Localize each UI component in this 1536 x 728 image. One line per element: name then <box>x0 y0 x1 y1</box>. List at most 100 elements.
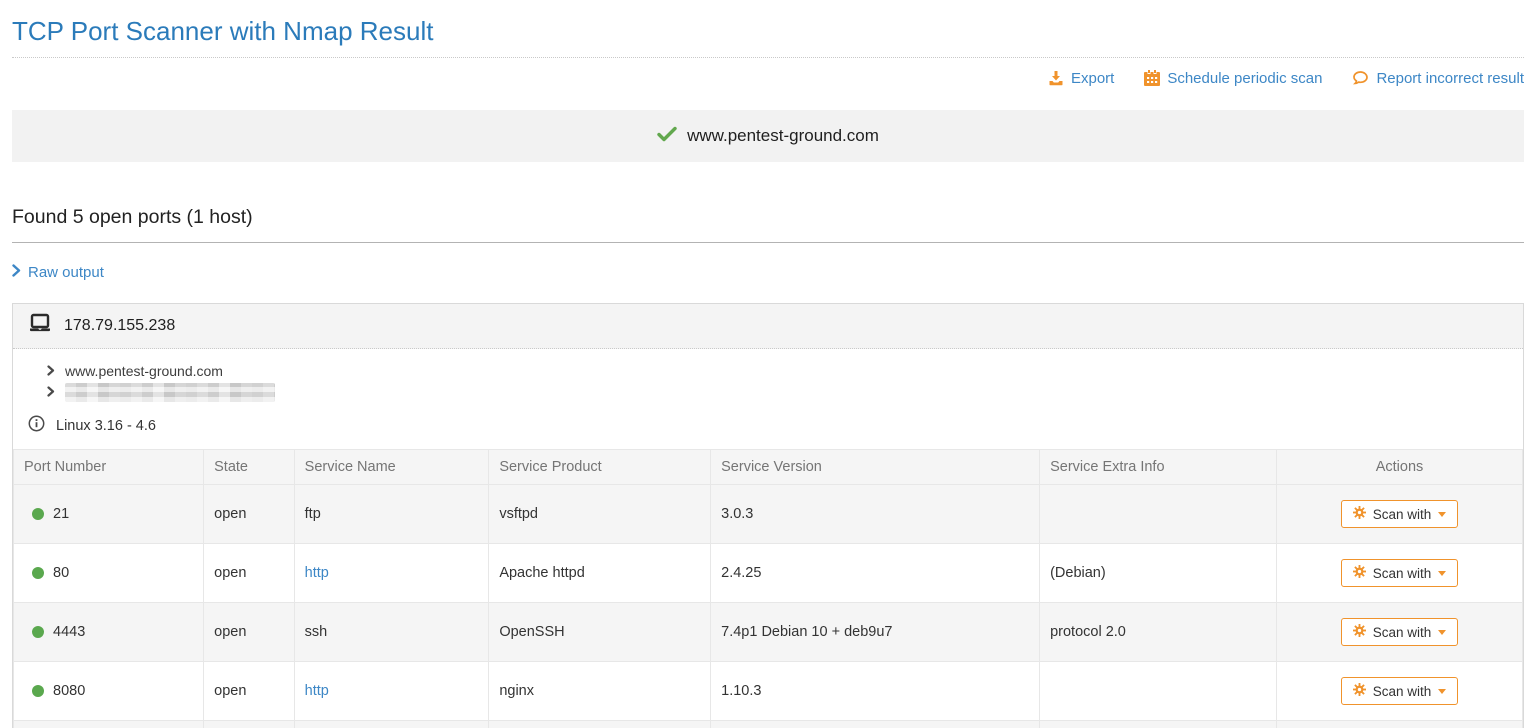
scan-with-button[interactable]: Scan with <box>1341 559 1459 587</box>
service-extra-info-cell: (Debian) <box>1040 544 1277 603</box>
service-product-cell: OpenSSH <box>489 603 711 662</box>
open-port-status-dot <box>32 508 44 520</box>
schedule-periodic-scan-link[interactable]: Schedule periodic scan <box>1144 70 1322 87</box>
service-extra-info-cell <box>1040 721 1277 728</box>
port-row-80: 80 open http Apache httpd2.4.25(Debian) Scan… <box>14 544 1523 603</box>
calendar-icon <box>1144 70 1160 86</box>
port-scanner-page: TCP Port Scanner with Nmap Result Export… <box>0 15 1536 728</box>
port-number-cell: 80 <box>14 544 204 603</box>
actions-cell: Scan with <box>1276 603 1522 662</box>
caret-down-icon <box>1438 571 1446 576</box>
state-cell: open <box>204 662 295 721</box>
service-extra-info-cell <box>1040 485 1277 544</box>
open-port-status-dot <box>32 626 44 638</box>
scan-summary: Found 5 open ports (1 host) <box>12 206 1524 243</box>
service-name-cell: http <box>294 721 489 728</box>
hostname-line: www.pentest-ground.com <box>47 361 1508 382</box>
actions-cell: Scan with <box>1276 721 1522 728</box>
service-product-cell: vsftpd <box>489 485 711 544</box>
service-name-cell: ftp <box>294 485 489 544</box>
service-product-cell: Apache httpd <box>489 544 711 603</box>
schedule-label: Schedule periodic scan <box>1167 70 1322 87</box>
port-number: 8080 <box>53 683 85 699</box>
port-number: 80 <box>53 565 69 581</box>
actions-cell: Scan with <box>1276 544 1522 603</box>
report-incorrect-result-link[interactable]: Report incorrect result <box>1352 70 1524 87</box>
port-row-8080: 8080 open http nginx1.10.3 Scan with <box>14 662 1523 721</box>
check-icon <box>657 126 677 147</box>
port-row-4443: 4443 opensshOpenSSH7.4p1 Debian 10 + deb9… <box>14 603 1523 662</box>
service-product-cell: lighttpd <box>489 721 711 728</box>
column-header-version: Service Version <box>711 450 1040 485</box>
port-row-8082: 8082openhttplighttpd1.4.45 Scan with <box>14 721 1523 728</box>
gear-icon <box>1353 506 1366 522</box>
raw-output-toggle[interactable]: Raw output <box>12 264 104 281</box>
port-number-cell: 4443 <box>14 603 204 662</box>
state-cell: open <box>204 603 295 662</box>
column-header-extra: Service Extra Info <box>1040 450 1277 485</box>
column-header-product: Service Product <box>489 450 711 485</box>
open-port-status-dot <box>32 685 44 697</box>
target-hostname: www.pentest-ground.com <box>687 126 879 146</box>
service-version-cell: 3.0.3 <box>711 485 1040 544</box>
service-product-cell: nginx <box>489 662 711 721</box>
target-banner: www.pentest-ground.com <box>12 110 1524 162</box>
service-extra-info-cell: protocol 2.0 <box>1040 603 1277 662</box>
host-panel: 178.79.155.238 www.pentest-ground.com Li… <box>12 303 1524 728</box>
export-link[interactable]: Export <box>1048 70 1114 87</box>
host-panel-header: 178.79.155.238 <box>13 304 1523 349</box>
toolbar: Export Schedule periodic scan Report inc… <box>12 58 1524 89</box>
chevron-right-icon <box>12 264 21 281</box>
hostname-value: www.pentest-ground.com <box>65 361 223 382</box>
port-number-cell: 8080 <box>14 662 204 721</box>
open-port-status-dot <box>32 567 44 579</box>
port-number: 21 <box>53 506 69 522</box>
state-cell: open <box>204 544 295 603</box>
actions-cell: Scan with <box>1276 485 1522 544</box>
scan-with-label: Scan with <box>1373 507 1432 522</box>
host-ip: 178.79.155.238 <box>64 317 175 335</box>
service-name-cell: http <box>294 544 489 603</box>
state-cell: open <box>204 485 295 544</box>
scan-with-button[interactable]: Scan with <box>1341 618 1459 646</box>
chevron-right-icon <box>47 361 55 382</box>
scan-with-label: Scan with <box>1373 625 1432 640</box>
table-header-row: Port NumberStateService NameService Prod… <box>14 450 1523 485</box>
report-label: Report incorrect result <box>1376 70 1524 87</box>
service-version-cell: 2.4.25 <box>711 544 1040 603</box>
scan-with-label: Scan with <box>1373 566 1432 581</box>
service-version-cell: 7.4p1 Debian 10 + deb9u7 <box>711 603 1040 662</box>
actions-cell: Scan with <box>1276 662 1522 721</box>
service-name-cell: ssh <box>294 603 489 662</box>
service-extra-info-cell <box>1040 662 1277 721</box>
host-details: www.pentest-ground.com Linux 3.16 - 4.6 <box>13 349 1523 449</box>
state-cell: open <box>204 721 295 728</box>
caret-down-icon <box>1438 630 1446 635</box>
scan-with-label: Scan with <box>1373 684 1432 699</box>
service-version-cell: 1.4.45 <box>711 721 1040 728</box>
hostname-line-redacted <box>47 382 1508 403</box>
service-name-cell: http <box>294 662 489 721</box>
service-version-cell: 1.10.3 <box>711 662 1040 721</box>
download-icon <box>1048 70 1064 86</box>
os-detection-value: Linux 3.16 - 4.6 <box>56 418 156 434</box>
service-name: ftp <box>305 506 321 522</box>
port-row-21: 21 openftp vsftpd3.0.3 Scan with <box>14 485 1523 544</box>
open-ports-table: Port NumberStateService NameService Prod… <box>13 449 1523 728</box>
port-number-cell: 8082 <box>14 721 204 728</box>
gear-icon <box>1353 624 1366 640</box>
chevron-right-icon <box>47 382 55 403</box>
gear-icon <box>1353 565 1366 581</box>
port-number: 4443 <box>53 624 85 640</box>
scan-with-button[interactable]: Scan with <box>1341 677 1459 705</box>
scan-with-button[interactable]: Scan with <box>1341 500 1459 528</box>
service-name-link[interactable]: http <box>305 683 329 699</box>
chat-bubble-icon <box>1352 70 1369 86</box>
port-number-cell: 21 <box>14 485 204 544</box>
column-header-service: Service Name <box>294 450 489 485</box>
column-header-actions: Actions <box>1276 450 1522 485</box>
service-name-link[interactable]: http <box>305 565 329 581</box>
caret-down-icon <box>1438 689 1446 694</box>
export-label: Export <box>1071 70 1114 87</box>
column-header-state: State <box>204 450 295 485</box>
